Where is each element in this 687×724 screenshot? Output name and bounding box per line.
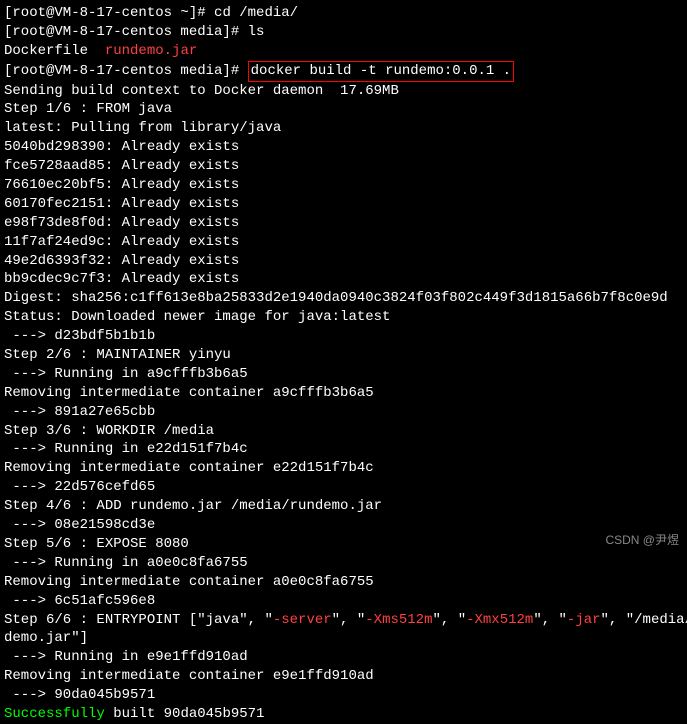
pulling-line: latest: Pulling from library/java xyxy=(4,119,683,138)
arrow-line: ---> 08e21598cd3e xyxy=(4,516,683,535)
ls-output: Dockerfile rundemo.jar xyxy=(4,42,683,61)
running-line: ---> Running in e9e1ffd910ad xyxy=(4,648,683,667)
arrow-line: ---> 22d576cefd65 xyxy=(4,478,683,497)
layer-line: 76610ec20bf5: Already exists xyxy=(4,176,683,195)
running-line: ---> Running in e22d151f7b4c xyxy=(4,440,683,459)
step-6: Step 6/6 : ENTRYPOINT ["java", "-server"… xyxy=(4,611,683,630)
layer-line: 11f7af24ed9c: Already exists xyxy=(4,233,683,252)
layer-line: 60170fec2151: Already exists xyxy=(4,195,683,214)
build-context: Sending build context to Docker daemon 1… xyxy=(4,82,683,101)
removing-line: Removing intermediate container a9cfffb3… xyxy=(4,384,683,403)
highlighted-command: docker build -t rundemo:0.0.1 . xyxy=(248,61,514,82)
layer-line: 5040bd298390: Already exists xyxy=(4,138,683,157)
arrow-line: ---> 891a27e65cbb xyxy=(4,403,683,422)
arrow-line: ---> 90da045b9571 xyxy=(4,686,683,705)
layer-line: fce5728aad85: Already exists xyxy=(4,157,683,176)
layer-line: bb9cdec9c7f3: Already exists xyxy=(4,270,683,289)
running-line: ---> Running in a9cfffb3b6a5 xyxy=(4,365,683,384)
step-5: Step 5/6 : EXPOSE 8080 xyxy=(4,535,683,554)
removing-line: Removing intermediate container e22d151f… xyxy=(4,459,683,478)
prompt-line-3: [root@VM-8-17-centos media]# docker buil… xyxy=(4,61,683,82)
success-line: Successfully built 90da045b9571 xyxy=(4,705,683,724)
arrow-line: ---> d23bdf5b1b1b xyxy=(4,327,683,346)
jar-file: rundemo.jar xyxy=(105,43,197,59)
removing-line: Removing intermediate container a0e0c8fa… xyxy=(4,573,683,592)
watermark: CSDN @尹煜 xyxy=(605,532,679,548)
prompt-line-1: [root@VM-8-17-centos ~]# cd /media/ xyxy=(4,4,683,23)
success-word: Successfully xyxy=(4,706,105,722)
arrow-line: ---> 6c51afc596e8 xyxy=(4,592,683,611)
layer-line: 49e2d6393f32: Already exists xyxy=(4,252,683,271)
status-line: Status: Downloaded newer image for java:… xyxy=(4,308,683,327)
step-1: Step 1/6 : FROM java xyxy=(4,100,683,119)
layer-line: e98f73de8f0d: Already exists xyxy=(4,214,683,233)
removing-line: Removing intermediate container e9e1ffd9… xyxy=(4,667,683,686)
step-3: Step 3/6 : WORKDIR /media xyxy=(4,422,683,441)
prompt-line-2: [root@VM-8-17-centos media]# ls xyxy=(4,23,683,42)
terminal-output[interactable]: [root@VM-8-17-centos ~]# cd /media/ [roo… xyxy=(4,4,683,724)
step-6-cont: demo.jar"] xyxy=(4,629,683,648)
step-2: Step 2/6 : MAINTAINER yinyu xyxy=(4,346,683,365)
digest-line: Digest: sha256:c1ff613e8ba25833d2e1940da… xyxy=(4,289,683,308)
step-4: Step 4/6 : ADD rundemo.jar /media/rundem… xyxy=(4,497,683,516)
